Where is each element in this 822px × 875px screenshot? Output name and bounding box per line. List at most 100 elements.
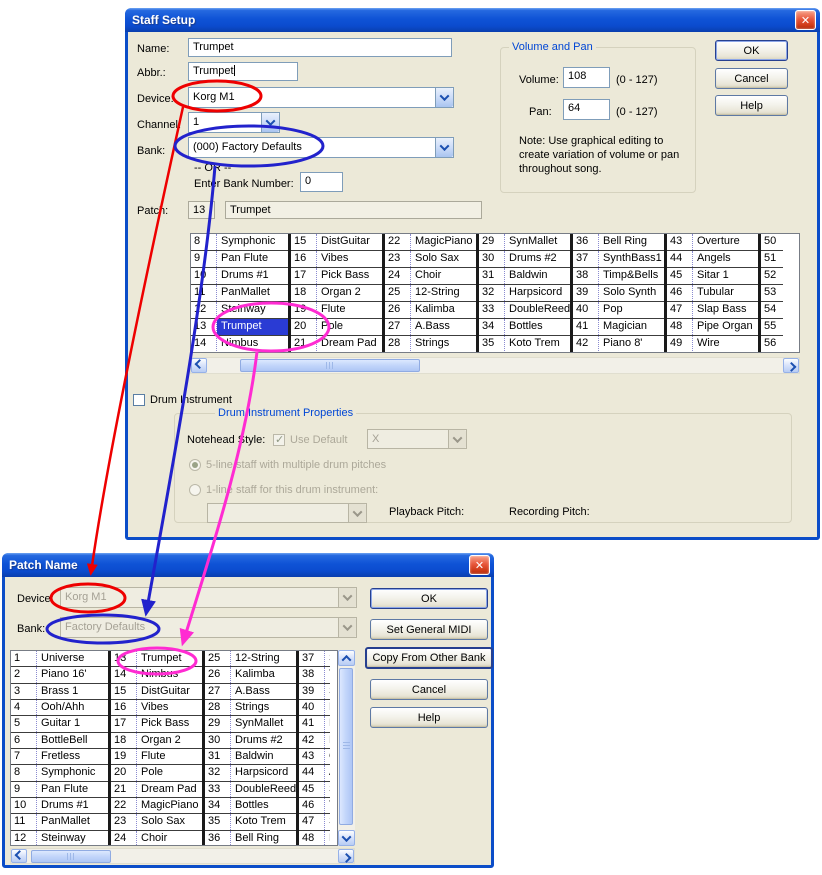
patch-name-cell[interactable]: Drums #2 xyxy=(505,251,570,267)
patch-name-cell[interactable]: Angels xyxy=(693,251,758,267)
patch-number-cell[interactable]: 8 xyxy=(191,234,217,250)
patch-name-cell[interactable]: PanMallet xyxy=(37,814,108,829)
patch-number-cell[interactable]: 12 xyxy=(11,831,37,845)
patch-number-cell[interactable]: 24 xyxy=(111,831,137,845)
patch-name-cell[interactable]: Bell Ring xyxy=(231,831,296,845)
five-line-staff-radio[interactable] xyxy=(189,459,201,471)
patch-name-cell[interactable]: SynMallet xyxy=(505,234,570,250)
patch-name-cell[interactable]: Bottles xyxy=(505,319,570,335)
patch-number-cell[interactable]: 26 xyxy=(385,302,411,318)
patch-name-cell[interactable]: S xyxy=(325,782,330,797)
patch-number-cell[interactable]: 30 xyxy=(205,733,231,748)
drum-instrument-checkbox[interactable] xyxy=(133,394,145,406)
patch-name-cell[interactable]: Timp&Bells xyxy=(599,268,664,284)
patch-name-cell[interactable]: Pi xyxy=(325,831,330,845)
scrollbar-thumb[interactable] xyxy=(339,668,353,825)
patch-number-cell[interactable]: 26 xyxy=(205,667,231,682)
scrollbar-track[interactable] xyxy=(207,358,783,373)
patch-name-cell[interactable]: Steinway xyxy=(37,831,108,845)
patch-name-cell[interactable]: Ooh/Ahh xyxy=(37,700,108,715)
patch-name-cell[interactable]: S xyxy=(325,684,330,699)
help-button[interactable]: Help xyxy=(715,95,788,116)
patch-number-cell[interactable]: 6 xyxy=(11,733,37,748)
patch-name-cell[interactable]: P xyxy=(325,700,330,715)
channel-dropdown-button[interactable] xyxy=(261,113,279,132)
patch-name-cell[interactable]: Guitar 1 xyxy=(37,716,108,731)
use-default-checkbox[interactable]: ✓ xyxy=(273,434,285,446)
patch-name-cell[interactable]: Harpsicord xyxy=(505,285,570,301)
patch-name-cell[interactable]: S xyxy=(325,814,330,829)
patch-number-cell[interactable]: 48 xyxy=(667,319,693,335)
scroll-left-button[interactable] xyxy=(191,358,207,373)
patch-number-cell[interactable]: 9 xyxy=(11,782,37,797)
patch-name-cell[interactable]: Fretless xyxy=(37,749,108,764)
patch-name-cell[interactable]: MagicPiano xyxy=(137,798,202,813)
patch-number-cell[interactable]: 55 xyxy=(761,319,783,335)
channel-combobox[interactable]: 1 xyxy=(188,112,280,133)
patch-number-cell[interactable]: 35 xyxy=(479,336,505,352)
patch-name-cell[interactable]: Strings xyxy=(411,336,476,352)
patch-number-cell[interactable]: 11 xyxy=(191,285,217,301)
patch-number-cell[interactable]: 31 xyxy=(205,749,231,764)
patch-number-cell[interactable]: 19 xyxy=(291,302,317,318)
patch-number-cell[interactable]: 15 xyxy=(111,684,137,699)
patch-name-cell[interactable]: Drums #1 xyxy=(37,798,108,813)
patch-number-cell[interactable]: 42 xyxy=(299,733,325,748)
patch-name-cell[interactable]: Pick Bass xyxy=(317,268,382,284)
patch-name-cell[interactable]: Koto Trem xyxy=(231,814,296,829)
device-dropdown-button[interactable] xyxy=(435,88,453,107)
patch-grid-hscrollbar[interactable] xyxy=(10,848,355,864)
patch-number-cell[interactable]: 18 xyxy=(291,285,317,301)
patch-number-cell[interactable]: 31 xyxy=(479,268,505,284)
patch-name-cell[interactable]: Slap Bass xyxy=(693,302,758,318)
patch-number-cell[interactable]: 43 xyxy=(299,749,325,764)
bank-dropdown-button[interactable] xyxy=(435,138,453,157)
patch-number-cell[interactable]: 4 xyxy=(11,700,37,715)
bank-combobox[interactable]: (000) Factory Defaults xyxy=(188,137,454,158)
patch-name-cell[interactable]: Baldwin xyxy=(231,749,296,764)
patch-number-cell[interactable]: 14 xyxy=(191,336,217,352)
patch-number-cell[interactable]: 39 xyxy=(299,684,325,699)
patch-name-cell[interactable]: Baldwin xyxy=(505,268,570,284)
patch-name-cell[interactable]: Strings xyxy=(231,700,296,715)
patch-name-cell[interactable]: Harpsicord xyxy=(231,765,296,780)
patch-number-cell[interactable]: 13 xyxy=(191,319,217,335)
patch-number-cell[interactable]: 40 xyxy=(573,302,599,318)
patch-name-cell[interactable]: Ti xyxy=(325,667,330,682)
patch-number-cell[interactable]: 34 xyxy=(205,798,231,813)
patch-name-cell[interactable]: Magician xyxy=(599,319,664,335)
patch-name-cell[interactable]: M xyxy=(325,716,330,731)
patch-number-cell[interactable]: 38 xyxy=(573,268,599,284)
patch-name-cell[interactable]: Dream Pad xyxy=(137,782,202,797)
patch-name-cell[interactable]: Pipe Organ xyxy=(693,319,758,335)
patch-number-cell[interactable]: 27 xyxy=(385,319,411,335)
patch-name-cell[interactable]: PanMallet xyxy=(217,285,288,301)
patch-name-cell[interactable]: Nimbus xyxy=(137,667,202,682)
patch-number-cell[interactable]: 11 xyxy=(11,814,37,829)
patch-name-cell[interactable]: Bell Ring xyxy=(599,234,664,250)
patch-number-cell[interactable]: 54 xyxy=(761,302,783,318)
patch-number-cell[interactable]: 2 xyxy=(11,667,37,682)
patch-number-cell[interactable]: 32 xyxy=(205,765,231,780)
patch-number-cell[interactable]: 47 xyxy=(667,302,693,318)
patch-number-cell[interactable]: 30 xyxy=(479,251,505,267)
patch-number-cell[interactable]: 49 xyxy=(667,336,693,352)
patch-number-cell[interactable]: 12 xyxy=(191,302,217,318)
patch-number-cell[interactable]: 10 xyxy=(11,798,37,813)
patch-name-cell[interactable]: Overture xyxy=(693,234,758,250)
patch-name-cell[interactable]: 12-String xyxy=(231,651,296,666)
patch-name-cell[interactable]: O xyxy=(325,749,330,764)
patch-number-cell[interactable]: 41 xyxy=(299,716,325,731)
scroll-right-button[interactable] xyxy=(783,358,799,373)
volume-input[interactable]: 108 xyxy=(563,67,610,88)
patch-name-cell[interactable]: BottleBell xyxy=(37,733,108,748)
patch-number-cell[interactable]: 25 xyxy=(385,285,411,301)
patch-number-cell[interactable]: 20 xyxy=(291,319,317,335)
patch-number-cell[interactable]: 40 xyxy=(299,700,325,715)
patch-number-cell[interactable]: 46 xyxy=(299,798,325,813)
set-general-midi-button[interactable]: Set General MIDI xyxy=(370,619,488,640)
patch-name-cell[interactable]: Solo Sax xyxy=(411,251,476,267)
patch-name-cell[interactable]: Piano 16' xyxy=(37,667,108,682)
patch-name-cell[interactable]: Trumpet xyxy=(137,651,202,666)
one-line-staff-radio[interactable] xyxy=(189,484,201,496)
